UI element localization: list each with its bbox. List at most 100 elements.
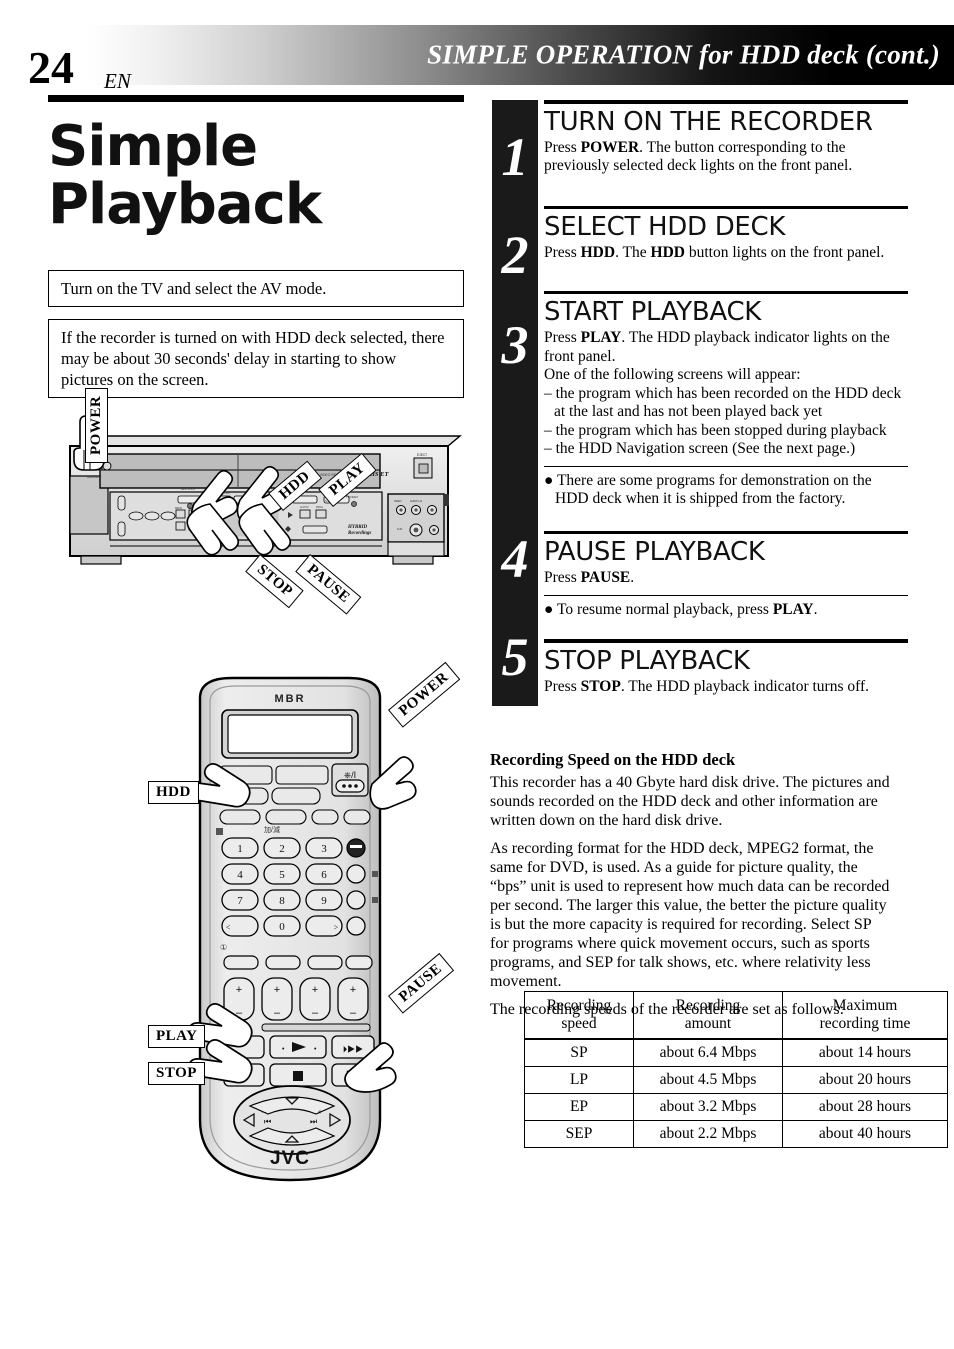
table-row: SP about 6.4 Mbps about 14 hours [524, 1038, 948, 1067]
cell-amount: about 6.4 Mbps [633, 1038, 783, 1067]
svg-text:0: 0 [279, 921, 285, 933]
step-rule [544, 290, 908, 294]
cell-speed: SP [524, 1038, 634, 1067]
svg-text:REC LOCK: REC LOCK [181, 487, 195, 491]
key-hdd-2: HDD [650, 244, 685, 261]
svg-text:–: – [312, 1007, 319, 1019]
step-rule [544, 639, 908, 643]
step-number-1: 1 [501, 127, 529, 187]
svg-text:7: 7 [237, 895, 243, 907]
svg-text:–: – [262, 1109, 266, 1116]
svg-text:6: 6 [321, 869, 327, 881]
step-5-heading: STOP PLAYBACK [544, 645, 750, 676]
step-3: START PLAYBACK Press PLAY. The HDD playb… [544, 290, 908, 531]
cell-amount: about 2.2 Mbps [633, 1120, 783, 1148]
svg-text:①: ① [220, 943, 227, 952]
step-3-bullet: ● There are some programs for demonstrat… [544, 471, 872, 508]
article-paragraph-1: This recorder has a 40 Gbyte hard disk d… [490, 774, 890, 829]
svg-text:+: + [312, 984, 318, 996]
step-rule [544, 530, 908, 535]
step-3-heading: START PLAYBACK [544, 297, 762, 327]
svg-text:+: + [236, 984, 242, 996]
step-2-heading: SELECT HDD DECK [544, 212, 786, 242]
remote-svg: MBR ⎈/I 加/減 1 2 3 4 5 6 7 8 9 0 < > ① + … [186, 676, 417, 1182]
step-1: TURN ON THE RECORDER Press POWER. The bu… [544, 100, 908, 206]
svg-text:MBR: MBR [274, 693, 305, 705]
svg-text:+: + [350, 984, 356, 996]
cell-amount: about 3.2 Mbps [633, 1093, 783, 1121]
page-language: EN [104, 69, 131, 93]
svg-text:⏭: ⏭ [310, 1117, 317, 1126]
step-3-note-divider [544, 465, 908, 467]
svg-text:S-IN: S-IN [397, 527, 402, 531]
table-header-row: Recording speed Recording amount Maximum… [524, 991, 948, 1040]
table-row: EP about 3.2 Mbps about 28 hours [524, 1093, 948, 1121]
page-title: Simple Playback [48, 118, 464, 234]
key-power: POWER [580, 138, 640, 156]
svg-text:HYBRID: HYBRID [347, 525, 368, 530]
step-number-4: 4 [501, 529, 529, 589]
recording-speed-table: Recording speed Recording amount Maximum… [524, 991, 948, 1148]
step-3-body: Press PLAY. The HDD playback indicator l… [544, 329, 890, 365]
step-4-bullet: ● To resume normal playback, press PLAY. [544, 600, 818, 618]
steps-list: TURN ON THE RECORDER Press POWER. The bu… [544, 100, 908, 696]
svg-text:REW/HDD: REW/HDD [87, 475, 102, 479]
svg-text:AUDIO L-R: AUDIO L-R [410, 500, 422, 503]
remote-callout-hdd: HDD [148, 781, 199, 804]
step-rule [544, 100, 908, 104]
cell-speed: EP [524, 1093, 634, 1121]
table-row: LP about 4.5 Mbps about 20 hours [524, 1066, 948, 1094]
table-header-amount-l1: Recording [675, 997, 741, 1014]
step-2-body: Press HDD. The HDD button lights on the … [544, 244, 885, 261]
svg-text:EJECT: EJECT [417, 453, 427, 457]
article-paragraph-2: As recording format for the HDD deck, MP… [490, 840, 890, 990]
remote-illustration: MBR ⎈/I 加/減 1 2 3 4 5 6 7 8 9 0 < > ① + … [140, 661, 461, 1198]
page-header: SIMPLE OPERATION for HDD deck (cont.) 24… [0, 25, 954, 93]
table-header-speed-l2: speed [561, 1015, 597, 1032]
page-title-line1: Simple [48, 114, 258, 179]
step-4-heading: PAUSE PLAYBACK [544, 537, 765, 568]
header-gradient-bar: SIMPLE OPERATION for HDD deck (cont.) [88, 25, 954, 85]
svg-text:+: + [318, 1109, 322, 1116]
cell-maxtime: about 40 hours [782, 1120, 948, 1148]
cell-maxtime: about 28 hours [782, 1093, 948, 1121]
step-1-body: Press POWER. The button corresponding to… [544, 138, 853, 175]
step-3-dash-2: – the program which has been stopped dur… [544, 421, 887, 439]
step-4-note-divider [544, 594, 908, 596]
step-3-dash-3: – the HDD Navigation screen (See the nex… [544, 440, 856, 457]
svg-text:⏮: ⏮ [264, 1117, 271, 1126]
step-number-3: 3 [501, 315, 529, 375]
table-header-speed-l1: Recording [546, 997, 612, 1014]
step-4: PAUSE PLAYBACK Press PAUSE. ● To resume … [544, 530, 908, 640]
header-title: SIMPLE OPERATION for HDD deck (cont.) [427, 39, 940, 70]
manual-page: SIMPLE OPERATION for HDD deck (cont.) 24… [0, 0, 954, 1349]
svg-text:⏵▶▶: ⏵▶▶ [343, 1044, 364, 1054]
cell-maxtime: about 20 hours [782, 1066, 948, 1094]
key-play-2: PLAY [772, 600, 814, 618]
svg-text:PROG: PROG [316, 506, 323, 509]
svg-text:AUX/TV: AUX/TV [300, 506, 309, 509]
svg-text:2: 2 [279, 843, 285, 855]
step-3-dash-1: – the program which has been recorded on… [544, 384, 902, 421]
article-heading: Recording Speed on the HDD deck [490, 750, 736, 769]
page-number: 24 [28, 42, 74, 93]
table-header-speed: Recording speed [524, 991, 634, 1040]
svg-text:5: 5 [279, 869, 285, 881]
svg-text:9: 9 [321, 895, 327, 907]
left-column: Simple Playback Turn on the TV and selec… [48, 95, 464, 398]
svg-text:>: > [334, 923, 339, 932]
svg-text:8: 8 [279, 895, 285, 907]
svg-text:VIDEO: VIDEO [394, 500, 402, 503]
title-rule [48, 95, 464, 102]
svg-text:–: – [274, 1007, 281, 1019]
svg-text:JVC: JVC [270, 1148, 310, 1169]
page-title-line2: Playback [48, 172, 322, 237]
svg-text:加/減: 加/減 [264, 825, 280, 834]
step-rule [544, 205, 908, 209]
key-stop: STOP [580, 677, 621, 695]
step-2: SELECT HDD DECK Press HDD. The HDD butto… [544, 205, 908, 291]
step-number-bar: 1 2 3 4 5 [492, 100, 538, 706]
svg-text:3: 3 [321, 843, 327, 855]
step-3-body2: One of the following screens will appear… [544, 366, 801, 383]
table-header-maxtime-l1: Maximum [832, 997, 898, 1014]
